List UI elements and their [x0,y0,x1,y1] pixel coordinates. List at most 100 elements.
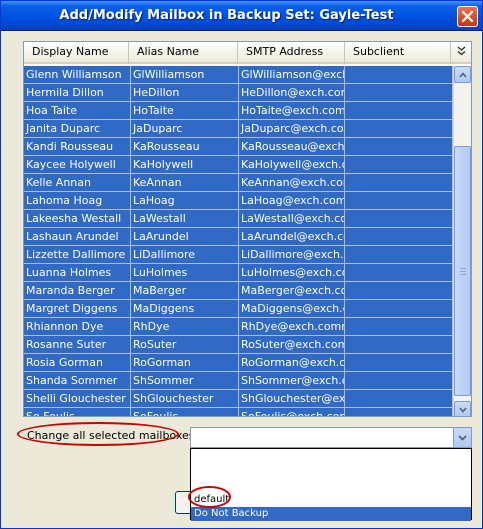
table-row[interactable]: Lahoma HoagLaHoagLaHoag@exch.com… [24,192,453,210]
table-row[interactable]: Kelle AnnanKeAnnanKeAnnan@exch.com… [24,174,453,192]
table-row[interactable]: Lizzette Dallimore LiDallimore LiDallimore… [24,246,453,264]
close-button[interactable] [457,6,478,27]
column-header-subclient[interactable]: Subclient [345,42,451,64]
cell-alias-name: MaDiggens [131,300,239,317]
scrollbar-thumb[interactable] [454,146,471,396]
cell-subclient [345,228,453,245]
cell-subclient [345,354,453,371]
option-blank[interactable] [191,449,471,463]
annotation-circle-default [188,486,231,508]
table-row[interactable]: Shanda SommerShSommerShSommer@exch.co… [24,372,453,390]
list-rows: Glenn Williamson GlWilliamson GlWilliamson… [24,66,453,416]
chevron-down-icon [458,435,467,441]
scroll-down-button[interactable] [454,401,471,416]
cell-subclient [345,210,453,227]
table-row[interactable]: Margret DiggensMaDiggensMaDiggens@exch.c… [24,300,453,318]
vertical-scrollbar[interactable] [453,66,471,416]
cell-alias-name: HeDillon [131,84,239,101]
cell-alias-name: RoGorman [131,354,239,371]
table-row[interactable]: Luanna HolmesLuHolmesLuHolmes@exch.co… [24,264,453,282]
chevron-double-down-icon[interactable] [451,42,471,64]
title-bar: Add/Modify Mailbox in Backup Set: Gayle-… [1,1,482,31]
table-row[interactable]: Kaycee Holywell KaHolywell KaHolywell@exch… [24,156,453,174]
cell-display-name: Hoa Taite [24,102,131,119]
cell-display-name: So Foulis [24,408,131,416]
table-row[interactable]: Lakeesha Westall LaWestall LaWestall@exch.… [24,210,453,228]
cell-subclient [345,66,453,83]
cell-smtp-address: ShSommer@exch.co… [239,372,345,389]
cell-display-name: Luanna Holmes [24,264,131,281]
cell-smtp-address: KaHolywell@exch.c… [239,156,345,173]
cell-alias-name: LiDallimore [131,246,239,263]
cell-smtp-address: RhDye@exch.comm… [239,318,345,335]
list-header: Display Name Alias Name SMTP Address Sub… [24,42,471,64]
cell-alias-name: LaArundel [131,228,239,245]
column-header-alias-name[interactable]: Alias Name [129,42,238,64]
cell-subclient [345,408,453,416]
column-header-display-name[interactable]: Display Name [24,42,129,64]
cell-alias-name: KaRousseau [131,138,239,155]
cell-subclient [345,174,453,191]
cell-display-name: Rosanne Suter [24,336,131,353]
cell-subclient [345,336,453,353]
cell-display-name: Rosia Gorman [24,354,131,371]
backup-option-select[interactable] [190,427,472,448]
cell-alias-name: SoFoulis [131,408,239,416]
cell-alias-name: MaBerger [131,282,239,299]
cell-display-name: Shanda Sommer [24,372,131,389]
cell-subclient [345,372,453,389]
backup-option-dropdown-list[interactable]: default Do Not Backup [190,448,472,521]
cell-alias-name: JaDuparc [131,120,239,137]
cell-display-name: Kandi Rousseau [24,138,131,155]
cell-display-name: Lahoma Hoag [24,192,131,209]
cell-smtp-address: KeAnnan@exch.com… [239,174,345,191]
cell-alias-name: RoSuter [131,336,239,353]
cell-alias-name: ShGlouchester [131,390,239,407]
combo-dropdown-button[interactable] [453,428,471,447]
cell-alias-name: LuHolmes [131,264,239,281]
table-row[interactable]: Janita Duparc JaDuparc JaDuparc@exch.co… [24,120,453,138]
option-default[interactable]: default [191,493,471,507]
table-row[interactable]: So FoulisSoFoulisSoFoulis@exch.com… [24,408,453,416]
cell-subclient [345,264,453,281]
cell-smtp-address: JaDuparc@exch.co… [241,120,345,137]
close-icon [462,11,473,22]
scroll-up-button[interactable] [454,66,471,83]
cell-subclient [345,246,453,263]
cell-smtp-address: RoSuter@exch.com… [239,336,345,353]
cell-smtp-address: LaWestall@exch.co… [239,210,345,227]
table-row[interactable]: Kandi RousseauKaRousseauKaRousseau@exch.… [24,138,453,156]
table-row[interactable]: Shelli Glouchester ShGlouchester ShGlouche… [24,390,453,408]
cell-alias-name: KaHolywell [131,156,239,173]
table-row[interactable]: Glenn Williamson GlWilliamson GlWilliamson… [24,66,453,84]
cell-subclient [345,156,453,173]
cell-display-name: Maranda Berger [24,282,131,299]
cell-display-name: Kaycee Holywell [24,156,131,173]
cell-alias-name: ShSommer [131,372,239,389]
dialog-window: Add/Modify Mailbox in Backup Set: Gayle-… [0,0,483,529]
cell-smtp-address: LaHoag@exch.com… [239,192,345,209]
cell-display-name: Kelle Annan [24,174,131,191]
option-do-not-backup[interactable]: Do Not Backup [191,507,471,521]
cell-smtp-address: LaArundel@exch.co… [241,228,345,245]
mailbox-list[interactable]: Display Name Alias Name SMTP Address Sub… [23,41,472,417]
table-row[interactable]: Maranda BergerMaBergerMaBerger@exch.co… [24,282,453,300]
cell-smtp-address: RoGorman@exch.co… [241,354,345,371]
table-row[interactable]: Lashaun Arundel LaArundel LaArundel@exch.c… [24,228,453,246]
column-header-smtp-address[interactable]: SMTP Address [238,42,345,64]
table-row[interactable]: Rosanne SuterRoSuterRoSuter@exch.com… [24,336,453,354]
table-row[interactable]: Hermila DillonHeDillonHeDillon@exch.com… [24,84,453,102]
cell-alias-name: LaWestall [131,210,239,227]
cell-smtp-address: KaRousseau@exch.… [241,138,345,155]
cell-smtp-address: MaBerger@exch.co… [239,282,345,299]
window-title: Add/Modify Mailbox in Backup Set: Gayle-… [59,8,394,23]
cell-subclient [345,138,453,155]
cell-display-name: Shelli Glouchester [24,390,131,407]
cell-subclient [345,390,453,407]
cell-subclient [345,282,453,299]
table-row[interactable]: Hoa TaiteHoTaiteHoTaite@exch.com… [24,102,453,120]
table-row[interactable]: Rhiannon DyeRhDyeRhDye@exch.comm… [24,318,453,336]
table-row[interactable]: Rosia GormanRoGormanRoGorman@exch.co… [24,354,453,372]
cell-subclient [345,192,453,209]
cell-display-name: Janita Duparc [24,120,131,137]
